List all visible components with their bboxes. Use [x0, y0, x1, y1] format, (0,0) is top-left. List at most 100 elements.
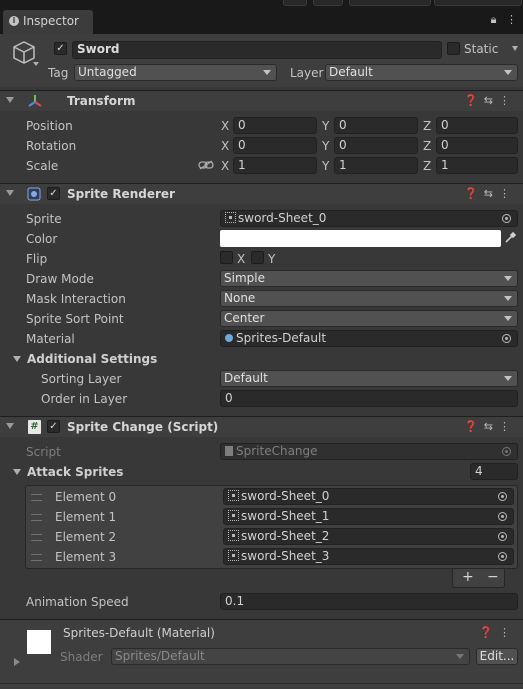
active-checkbox[interactable]: ✓: [54, 42, 67, 55]
sprite-renderer-enabled-checkbox[interactable]: ✓: [47, 187, 60, 200]
sprite-object-field[interactable]: sword-Sheet_0: [220, 210, 518, 227]
presets-icon[interactable]: ⇆: [484, 94, 499, 107]
layout-dropdown[interactable]: [434, 0, 522, 6]
axis-x-label[interactable]: X: [221, 159, 229, 173]
position-x-field[interactable]: 0: [233, 117, 317, 134]
static-checkbox[interactable]: [447, 42, 460, 55]
sorting-layer-value: Default: [224, 371, 268, 385]
scale-x-field[interactable]: 1: [233, 157, 317, 174]
position-z-field[interactable]: 0: [436, 117, 518, 134]
script-value: SpriteChange: [236, 444, 318, 458]
sprite-sort-point-dropdown[interactable]: Center: [220, 310, 518, 327]
rotation-y-field[interactable]: 0: [334, 137, 418, 154]
sorting-layer-dropdown[interactable]: Default: [220, 370, 518, 387]
foldout-arrow-icon[interactable]: [6, 423, 14, 429]
axis-y-label[interactable]: Y: [322, 139, 329, 153]
shader-dropdown[interactable]: Sprites/Default: [111, 648, 470, 665]
search-button[interactable]: [313, 0, 343, 6]
material-preview-swatch[interactable]: [27, 630, 51, 654]
order-in-layer-label: Order in Layer: [41, 392, 128, 406]
presets-icon[interactable]: ⇆: [484, 187, 499, 200]
static-dropdown-chevron-icon[interactable]: [512, 46, 518, 51]
tag-dropdown[interactable]: Untagged: [74, 64, 277, 81]
icon-picker-chevron-icon[interactable]: [33, 62, 39, 66]
mask-interaction-dropdown[interactable]: None: [220, 290, 518, 307]
help-icon[interactable]: ❓: [479, 626, 499, 639]
rotation-z-field[interactable]: 0: [436, 137, 518, 154]
sprite-change-title: Sprite Change (Script): [67, 420, 219, 434]
help-icon[interactable]: ❓: [464, 420, 484, 433]
tab-inspector[interactable]: i Inspector: [3, 10, 93, 34]
sprite-renderer-header[interactable]: ✓ Sprite Renderer ❓⇆⋮: [0, 183, 523, 204]
axis-y-label[interactable]: Y: [322, 119, 329, 133]
gameobject-name-field[interactable]: Sword: [72, 41, 442, 59]
axis-z-label[interactable]: Z: [423, 119, 431, 133]
remove-element-button[interactable]: −: [487, 569, 499, 585]
drag-handle-icon[interactable]: [31, 514, 42, 521]
scale-y-field[interactable]: 1: [334, 157, 418, 174]
help-icon[interactable]: ❓: [464, 187, 484, 200]
layer-dropdown[interactable]: Default: [325, 64, 518, 81]
flip-label: Flip: [26, 252, 48, 266]
element-1-object-field[interactable]: sword-Sheet_1: [223, 508, 514, 525]
element-3-label: Element 3: [55, 550, 117, 564]
object-picker-icon[interactable]: [502, 334, 511, 343]
flip-x-checkbox[interactable]: [220, 251, 233, 264]
sprite-asset-icon: [228, 550, 239, 561]
attack-sprites-label[interactable]: Attack Sprites: [27, 465, 123, 479]
axis-z-label[interactable]: Z: [423, 139, 431, 153]
component-menu-icon[interactable]: ⋮: [499, 626, 516, 639]
transform-header[interactable]: Transform ❓⇆⋮: [0, 90, 523, 111]
scale-z-field[interactable]: 1: [436, 157, 518, 174]
additional-settings-label[interactable]: Additional Settings: [27, 352, 157, 366]
object-picker-icon[interactable]: [498, 532, 507, 541]
axis-x-label[interactable]: X: [221, 139, 229, 153]
flip-y-checkbox[interactable]: [251, 251, 264, 264]
element-3-object-field[interactable]: sword-Sheet_3: [223, 548, 514, 565]
object-picker-icon[interactable]: [498, 492, 507, 501]
object-picker-icon[interactable]: [502, 214, 511, 223]
sprite-change-header[interactable]: # ✓ Sprite Change (Script) ❓⇆⋮: [0, 416, 523, 437]
component-menu-icon[interactable]: ⋮: [499, 420, 516, 433]
object-picker-icon[interactable]: [498, 512, 507, 521]
material-object-field[interactable]: Sprites-Default: [220, 330, 518, 347]
shader-edit-button[interactable]: Edit...: [476, 648, 518, 665]
component-menu-icon[interactable]: ⋮: [499, 94, 516, 107]
color-swatch[interactable]: [220, 230, 501, 247]
foldout-arrow-icon[interactable]: [6, 97, 14, 103]
add-element-button[interactable]: +: [462, 569, 474, 585]
chevron-down-icon: [504, 376, 512, 381]
more-menu-icon[interactable]: ⋮: [506, 13, 517, 26]
object-picker-icon[interactable]: [498, 552, 507, 561]
drag-handle-icon[interactable]: [31, 494, 42, 501]
element-0-object-field[interactable]: sword-Sheet_0: [223, 488, 514, 505]
presets-icon[interactable]: ⇆: [484, 420, 499, 433]
help-icon[interactable]: ❓: [464, 94, 484, 107]
constrain-proportions-link-icon[interactable]: [198, 160, 214, 170]
layers-dropdown[interactable]: [349, 0, 431, 6]
lock-icon[interactable]: 🔒︎: [491, 13, 497, 26]
order-in-layer-field[interactable]: 0: [220, 390, 518, 407]
draw-mode-dropdown[interactable]: Simple: [220, 270, 518, 287]
material-foldout-icon[interactable]: [14, 658, 20, 666]
position-y-field[interactable]: 0: [334, 117, 418, 134]
axis-y-label[interactable]: Y: [322, 159, 329, 173]
attack-sprites-foldout-icon[interactable]: [13, 469, 21, 475]
foldout-arrow-icon[interactable]: [6, 190, 14, 196]
drag-handle-icon[interactable]: [31, 534, 42, 541]
axis-x-label[interactable]: X: [221, 119, 229, 133]
axis-z-label[interactable]: Z: [423, 159, 431, 173]
element-2-object-field[interactable]: sword-Sheet_2: [223, 528, 514, 545]
sprite-sort-point-value: Center: [224, 311, 265, 325]
mask-interaction-label: Mask Interaction: [26, 292, 126, 306]
additional-settings-foldout-icon[interactable]: [13, 356, 21, 362]
history-button[interactable]: [283, 0, 307, 6]
eyedropper-icon[interactable]: [504, 231, 517, 244]
rotation-x-field[interactable]: 0: [233, 137, 317, 154]
animation-speed-field[interactable]: 0.1: [220, 593, 518, 610]
drag-handle-icon[interactable]: [31, 554, 42, 561]
component-menu-icon[interactable]: ⋮: [499, 187, 516, 200]
material-preview-section: Sprites-Default (Material) ❓⋮ Shader Spr…: [0, 619, 523, 689]
attack-sprites-size-field[interactable]: 4: [470, 463, 518, 480]
sprite-change-enabled-checkbox[interactable]: ✓: [47, 420, 60, 433]
